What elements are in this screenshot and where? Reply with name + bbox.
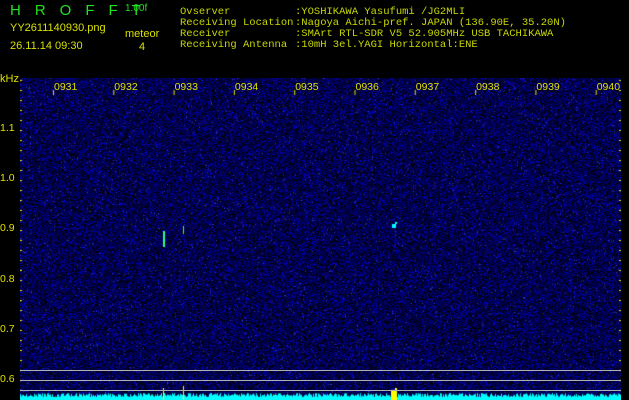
- spectrogram: [20, 78, 621, 400]
- grid-line: [20, 380, 621, 381]
- time-tick: 0939: [536, 81, 559, 93]
- grid-line: [20, 390, 621, 391]
- antenna-value: :10mH 3el.YAGI Horizontal:ENE: [295, 40, 566, 51]
- meteor-label: meteor: [125, 28, 159, 40]
- unit-label: kHz: [0, 73, 19, 85]
- info-values: :YOSHIKAWA Yasufumi /JG2MLI:Nagoya Aichi…: [295, 7, 566, 51]
- datetime: 26.11.14 09:30: [10, 40, 83, 52]
- time-tick: 0938: [476, 81, 499, 93]
- time-tick: 0935: [295, 81, 318, 93]
- time-tick: 0934: [235, 81, 258, 93]
- time-tick: 0933: [175, 81, 198, 93]
- freq-tick: 0.7: [0, 323, 15, 335]
- freq-tick: 0.8: [0, 273, 15, 285]
- freq-tick: 0.9: [0, 222, 15, 234]
- antenna-label: Receiving Antenna: [180, 40, 293, 51]
- info-labels: Ovserver Receiving Location Receiver Receiv…: [180, 7, 293, 51]
- time-tick: 0931: [54, 81, 77, 93]
- meteor-count: 4: [139, 41, 145, 53]
- freq-tick: 1.0: [0, 172, 15, 184]
- time-tick: 0936: [356, 81, 379, 93]
- time-tick: 0940: [597, 81, 620, 93]
- filename: YY2611140930.png: [10, 22, 106, 34]
- grid-line: [20, 370, 621, 371]
- time-tick: 0937: [416, 81, 439, 93]
- freq-tick: 1.1: [0, 122, 15, 134]
- time-tick: 0932: [114, 81, 137, 93]
- version: 1.00f: [125, 3, 147, 14]
- freq-tick: 0.6: [0, 373, 15, 385]
